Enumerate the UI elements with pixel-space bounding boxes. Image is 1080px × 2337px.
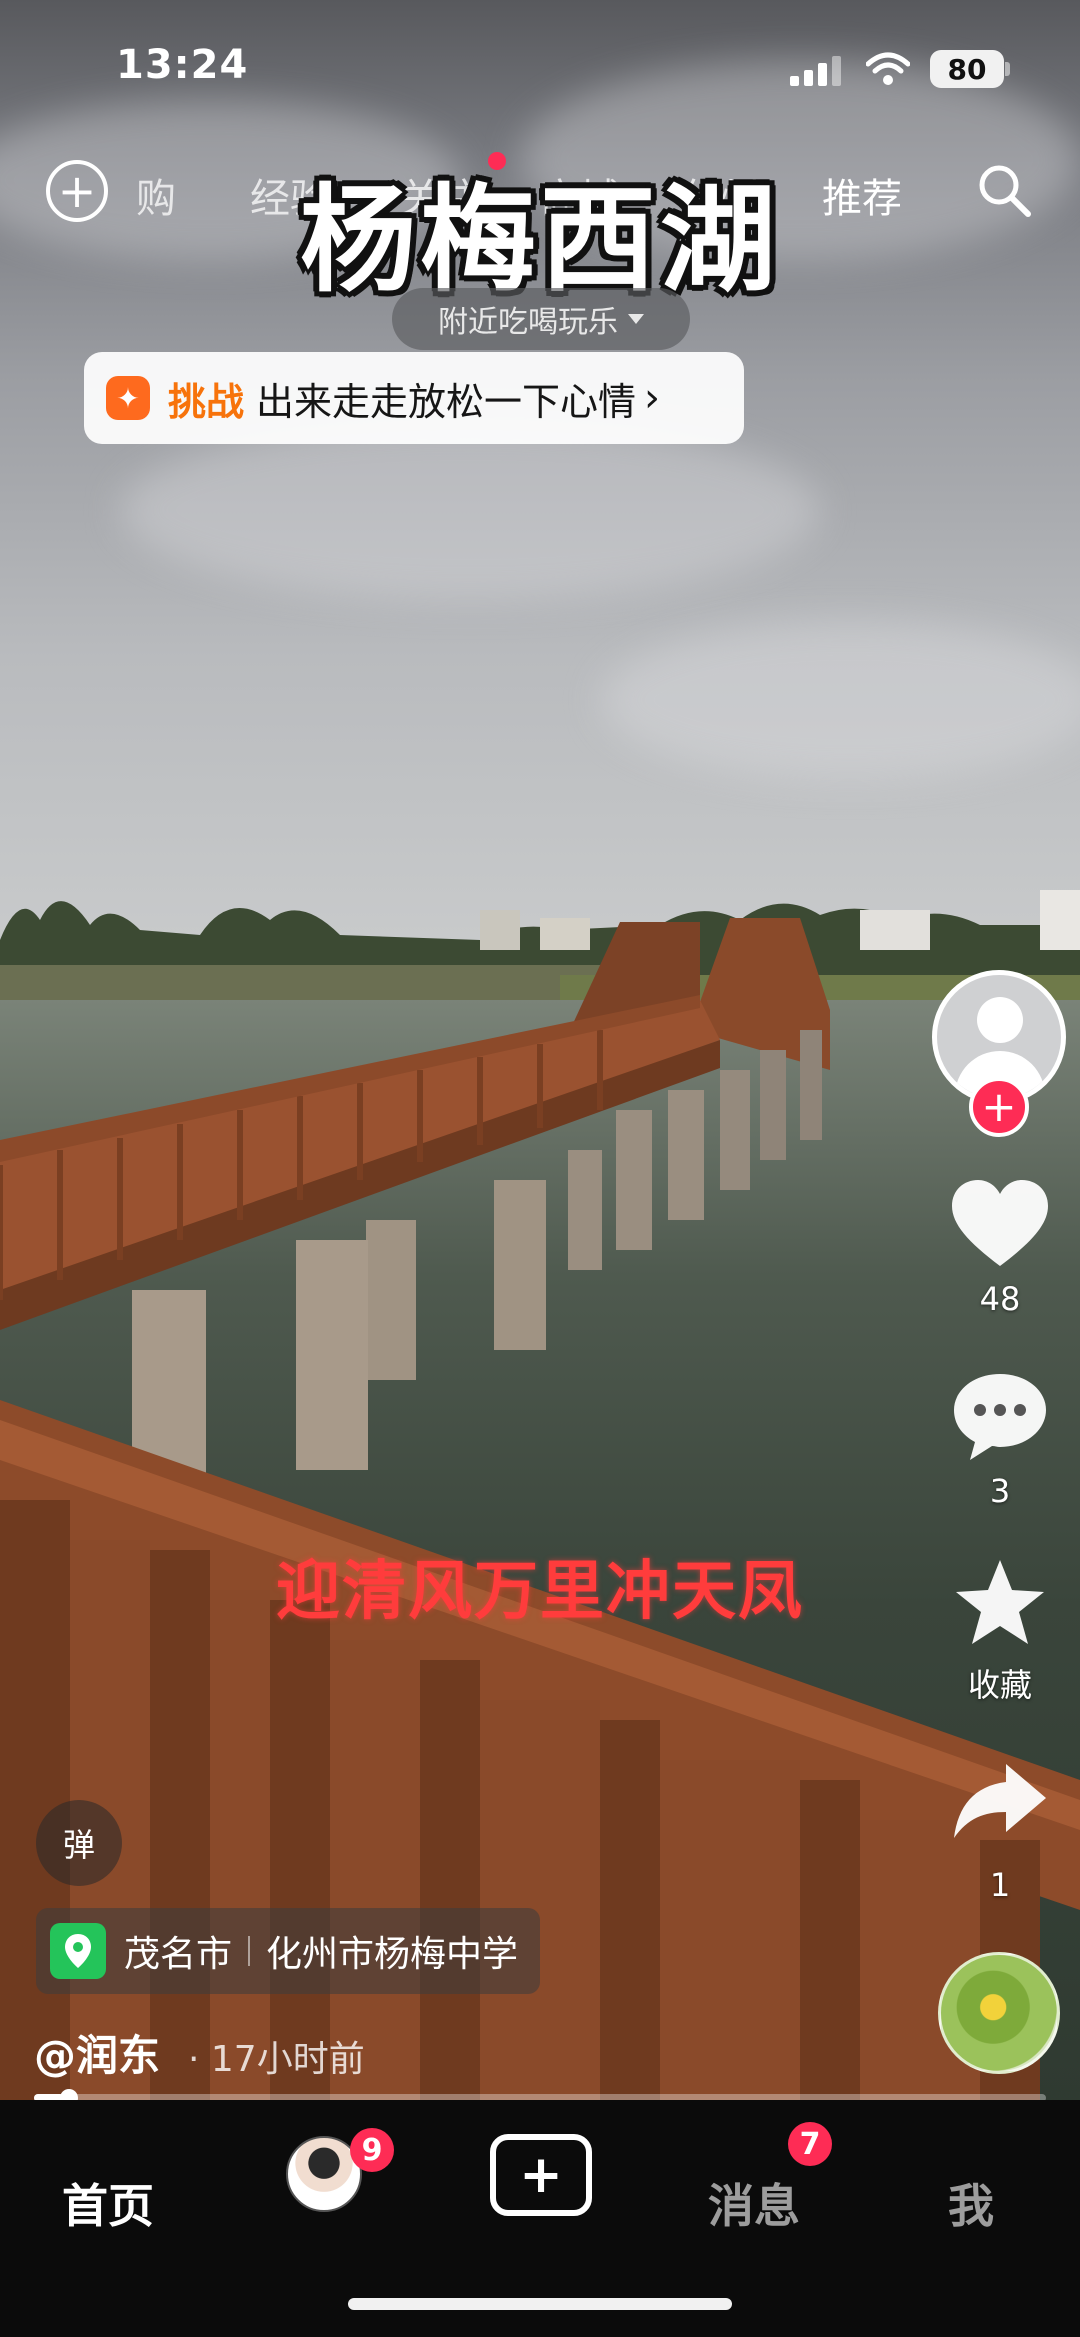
challenge-tag: 挑战 (168, 379, 245, 424)
location-tag[interactable]: 茂名市 化州市杨梅中学 (36, 1908, 541, 1994)
challenge-sparkle-icon: ✦ (106, 376, 150, 420)
battery-indicator: 80 (930, 50, 1004, 88)
tab-home[interactable]: 首页 (62, 2170, 154, 2236)
location-pin-icon (50, 1923, 106, 1979)
video-subtitle: 迎清风万里冲天凤 (276, 1555, 804, 1629)
tab-messages[interactable]: 消息 (708, 2170, 800, 2236)
category-pill-label: 附近吃喝玩乐 (438, 305, 618, 340)
caret-down-icon (628, 314, 644, 324)
create-button[interactable]: + (490, 2134, 592, 2216)
danmu-toggle[interactable]: 弹 (36, 1800, 122, 1886)
star-icon[interactable] (948, 1554, 1052, 1654)
status-bar: 13:24 80 (0, 0, 1080, 140)
location-city: 茂名市 (124, 1934, 233, 1975)
chevron-right-icon: › (644, 375, 661, 421)
wifi-icon (866, 52, 910, 85)
heart-icon[interactable] (948, 1176, 1052, 1276)
music-disc-icon[interactable] (938, 1952, 1060, 2074)
follow-button[interactable]: + (969, 1077, 1029, 1137)
messages-badge: 7 (788, 2122, 832, 2166)
comment-count: 3 (989, 1472, 1011, 1510)
cellular-signal-icon (790, 56, 841, 86)
sky-background (0, 0, 1080, 940)
location-separator (248, 1936, 251, 1966)
challenge-banner[interactable]: ✦ 挑战 出来走走放松一下心情 › (84, 352, 744, 444)
share-count: 1 (989, 1866, 1011, 1904)
share-arrow-icon[interactable] (948, 1750, 1052, 1850)
post-time: · 17小时前 (188, 2039, 365, 2080)
location-place: 化州市杨梅中学 (266, 1934, 519, 1975)
favorite-label: 收藏 (967, 1666, 1032, 1704)
home-indicator[interactable] (348, 2298, 732, 2310)
friends-badge: 9 (350, 2128, 394, 2172)
tab-me[interactable]: 我 (948, 2170, 994, 2236)
like-count: 48 (979, 1280, 1021, 1318)
status-time: 13:24 (116, 42, 249, 88)
comment-icon[interactable] (948, 1366, 1052, 1466)
battery-nub (1005, 62, 1010, 76)
author-name[interactable]: @润东 (34, 2022, 160, 2083)
category-pill[interactable]: 附近吃喝玩乐 (392, 288, 690, 350)
avatar-head-shape (977, 997, 1023, 1043)
challenge-text: 出来走走放松一下心情 (256, 379, 637, 424)
